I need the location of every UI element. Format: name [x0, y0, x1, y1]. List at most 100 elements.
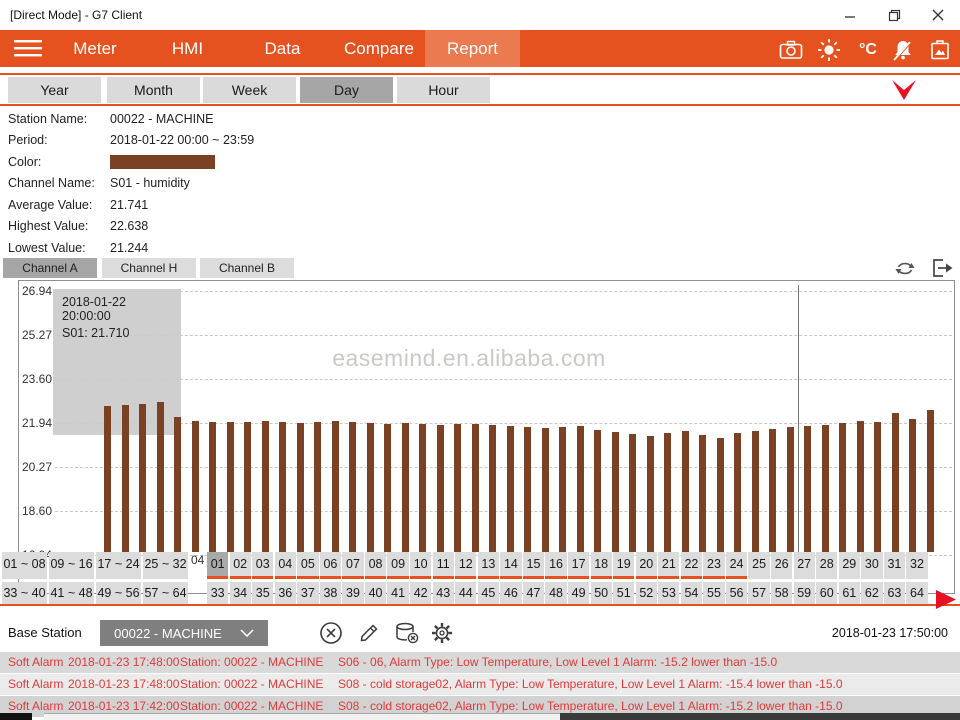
camera-button[interactable] — [779, 38, 803, 62]
delete-data-button[interactable] — [394, 620, 420, 646]
refresh-button[interactable] — [893, 257, 917, 279]
channel-button-18[interactable]: 18 — [591, 552, 612, 579]
channel-button-64[interactable]: 64 — [906, 582, 927, 604]
alarm-mute-button[interactable] — [891, 38, 915, 62]
channel-group-button[interactable]: 25 ~ 32 — [143, 552, 188, 579]
channel-button-45[interactable]: 45 — [478, 582, 499, 604]
channel-button-41[interactable]: 41 — [387, 582, 408, 604]
channel-button-57[interactable]: 57 — [748, 582, 769, 604]
channel-button-42[interactable]: 42 — [410, 582, 431, 604]
minimize-button[interactable] — [828, 0, 872, 30]
temperature-unit-button[interactable]: °C — [853, 38, 883, 62]
channel-group-button[interactable]: 01 ~ 08 — [2, 552, 47, 579]
channel-button-23[interactable]: 23 — [703, 552, 724, 579]
channel-button-28[interactable]: 28 — [816, 552, 837, 579]
channel-button-11[interactable]: 11 — [433, 552, 454, 579]
channel-button-10[interactable]: 10 — [410, 552, 431, 579]
channel-button-63[interactable]: 63 — [884, 582, 905, 604]
alarm-row[interactable]: Soft Alarm2018-01-23 17:48:00Station: 00… — [0, 652, 960, 673]
channel-button-48[interactable]: 48 — [545, 582, 566, 604]
channel-button-62[interactable]: 62 — [861, 582, 882, 604]
close-button[interactable] — [916, 0, 960, 30]
channel-button-09[interactable]: 09 — [387, 552, 408, 579]
channel-button-44[interactable]: 44 — [455, 582, 476, 604]
channel-button-20[interactable]: 20 — [636, 552, 657, 579]
tab-hour[interactable]: Hour — [397, 77, 490, 103]
base-station-dropdown[interactable]: 00022 - MACHINE — [100, 620, 268, 646]
tab-channel-h[interactable]: Channel H — [102, 258, 196, 278]
channel-button-19[interactable]: 19 — [613, 552, 634, 579]
tab-channel-a[interactable]: Channel A — [3, 258, 97, 278]
channel-button-40[interactable]: 40 — [365, 582, 386, 604]
hamburger-menu-button[interactable] — [14, 40, 44, 63]
channel-button-34[interactable]: 34 — [230, 582, 251, 604]
channel-button-43[interactable]: 43 — [433, 582, 454, 604]
channel-button-07[interactable]: 07 — [342, 552, 363, 579]
channel-button-03[interactable]: 03 — [252, 552, 273, 579]
channel-button-04[interactable]: 04 — [275, 552, 296, 579]
channel-button-51[interactable]: 51 — [613, 582, 634, 604]
maximize-button[interactable] — [872, 0, 916, 30]
channel-button-32[interactable]: 32 — [906, 552, 927, 579]
channel-button-24[interactable]: 24 — [726, 552, 747, 579]
settings-button[interactable] — [429, 620, 455, 646]
channel-button-27[interactable]: 27 — [794, 552, 815, 579]
channel-button-47[interactable]: 47 — [523, 582, 544, 604]
channel-button-46[interactable]: 46 — [500, 582, 521, 604]
channel-button-55[interactable]: 55 — [703, 582, 724, 604]
edit-button[interactable] — [356, 620, 382, 646]
nav-item-hmi[interactable]: HMI — [150, 30, 225, 67]
channel-group-button[interactable]: 41 ~ 48 — [49, 582, 94, 604]
channel-button-49[interactable]: 49 — [568, 582, 589, 604]
channel-button-02[interactable]: 02 — [230, 552, 251, 579]
channel-group-button[interactable]: 57 ~ 64 — [143, 582, 188, 604]
channel-button-30[interactable]: 30 — [861, 552, 882, 579]
channel-button-36[interactable]: 36 — [275, 582, 296, 604]
tab-year[interactable]: Year — [8, 77, 101, 103]
channel-button-01[interactable]: 01 — [207, 552, 228, 579]
channel-group-button[interactable]: 09 ~ 16 — [49, 552, 94, 579]
channel-button-12[interactable]: 12 — [455, 552, 476, 579]
channel-button-35[interactable]: 35 — [252, 582, 273, 604]
channel-button-60[interactable]: 60 — [816, 582, 837, 604]
brightness-button[interactable] — [817, 38, 841, 62]
tab-channel-b[interactable]: Channel B — [200, 258, 294, 278]
nav-item-data[interactable]: Data — [245, 30, 320, 67]
channel-button-54[interactable]: 54 — [681, 582, 702, 604]
channel-button-53[interactable]: 53 — [658, 582, 679, 604]
channel-button-38[interactable]: 38 — [320, 582, 341, 604]
channel-group-button[interactable]: 17 ~ 24 — [96, 552, 141, 579]
channel-button-50[interactable]: 50 — [591, 582, 612, 604]
channel-button-26[interactable]: 26 — [771, 552, 792, 579]
collapse-panel-button[interactable] — [890, 79, 918, 106]
channel-button-59[interactable]: 59 — [794, 582, 815, 604]
channel-button-37[interactable]: 37 — [297, 582, 318, 604]
channel-button-58[interactable]: 58 — [771, 582, 792, 604]
tab-day[interactable]: Day — [300, 77, 393, 103]
scroll-right-button[interactable] — [934, 589, 958, 616]
channel-button-29[interactable]: 29 — [839, 552, 860, 579]
channel-button-52[interactable]: 52 — [636, 582, 657, 604]
nav-item-report[interactable]: Report — [425, 30, 520, 67]
channel-button-06[interactable]: 06 — [320, 552, 341, 579]
channel-button-13[interactable]: 13 — [478, 552, 499, 579]
tab-month[interactable]: Month — [107, 77, 200, 103]
channel-button-17[interactable]: 17 — [568, 552, 589, 579]
channel-button-56[interactable]: 56 — [726, 582, 747, 604]
channel-button-14[interactable]: 14 — [500, 552, 521, 579]
channel-button-61[interactable]: 61 — [839, 582, 860, 604]
channel-button-39[interactable]: 39 — [342, 582, 363, 604]
channel-button-31[interactable]: 31 — [884, 552, 905, 579]
channel-button-22[interactable]: 22 — [681, 552, 702, 579]
alarm-row[interactable]: Soft Alarm2018-01-23 17:48:00Station: 00… — [0, 674, 960, 695]
channel-button-05[interactable]: 05 — [297, 552, 318, 579]
channel-button-33[interactable]: 33 — [207, 582, 228, 604]
channel-group-button[interactable]: 49 ~ 56 — [96, 582, 141, 604]
nav-item-meter[interactable]: Meter — [55, 30, 135, 67]
image-bin-button[interactable] — [928, 38, 952, 62]
export-button[interactable] — [930, 257, 954, 279]
cancel-alarm-button[interactable] — [318, 620, 344, 646]
channel-button-21[interactable]: 21 — [658, 552, 679, 579]
channel-group-button[interactable]: 33 ~ 40 — [2, 582, 47, 604]
tab-week[interactable]: Week — [203, 77, 296, 103]
